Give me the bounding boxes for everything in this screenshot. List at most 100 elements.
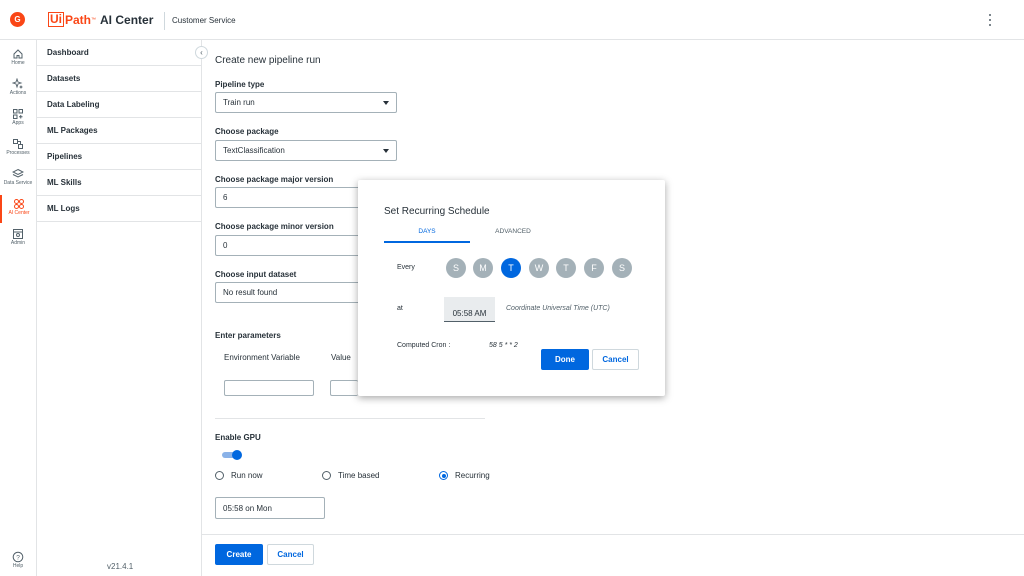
subnav-item-ml-skills[interactable]: ML Skills	[37, 170, 201, 196]
logo-path: Path	[65, 12, 92, 27]
schedule-value: 05:58 on Mon	[223, 503, 272, 513]
sparkle-icon	[12, 78, 23, 89]
header-divider	[164, 12, 165, 30]
gpu-toggle[interactable]	[222, 450, 242, 460]
divider	[215, 418, 485, 419]
tenant-name[interactable]: Customer Service	[172, 16, 236, 25]
radio-circle	[215, 471, 224, 480]
timezone-label: Coordinate Universal Time (UTC)	[506, 305, 610, 312]
dialog-cancel-button[interactable]: Cancel	[592, 349, 639, 370]
time-input[interactable]: 05:58 AM	[444, 297, 495, 322]
top-header: G Ui Path ™ AI Center Customer Service	[0, 0, 1024, 40]
more-options-icon[interactable]	[985, 13, 995, 27]
rail-label: Admin	[10, 240, 26, 246]
rail-label: Help	[12, 563, 24, 569]
radio-label: Time based	[338, 471, 380, 480]
package-label: Choose package	[215, 127, 279, 136]
logo-ui: Ui	[48, 12, 64, 27]
every-label: Every	[397, 264, 415, 271]
avatar[interactable]: G	[10, 12, 25, 27]
radio-recurring[interactable]: Recurring	[439, 471, 490, 480]
subnav-item-ml-logs[interactable]: ML Logs	[37, 196, 201, 222]
help-icon: ?	[12, 551, 24, 563]
layers-icon	[12, 168, 24, 178]
dialog-title: Set Recurring Schedule	[384, 206, 490, 217]
create-button[interactable]: Create	[215, 544, 263, 565]
package-value: TextClassification	[223, 146, 285, 155]
schedule-field[interactable]: 05:58 on Mon	[215, 497, 325, 519]
pipeline-type-label: Pipeline type	[215, 80, 265, 89]
rail-item-admin[interactable]: Admin	[0, 225, 36, 253]
product-name: AI Center	[100, 12, 154, 27]
day-sunday[interactable]: S	[446, 258, 466, 278]
pipeline-type-select[interactable]: Train run	[215, 92, 397, 113]
computed-cron-label: Computed Cron :	[397, 342, 451, 349]
app-version: v21.4.1	[107, 562, 134, 571]
day-friday[interactable]: F	[584, 258, 604, 278]
done-button[interactable]: Done	[541, 349, 589, 370]
at-label: at	[397, 305, 403, 312]
uipath-logo[interactable]: Ui Path ™ AI Center	[48, 12, 153, 27]
radio-circle	[322, 471, 331, 480]
day-thursday[interactable]: T	[556, 258, 576, 278]
radio-circle-selected	[439, 471, 448, 480]
input-dataset-label: Choose input dataset	[215, 270, 297, 279]
day-saturday[interactable]: S	[612, 258, 632, 278]
svg-text:?: ?	[16, 554, 20, 561]
major-version-value: 6	[223, 193, 228, 202]
rail-item-help[interactable]: ? Help	[0, 548, 36, 576]
radio-label: Recurring	[455, 471, 490, 480]
rail-label: Actions	[9, 90, 27, 96]
rail-label: Home	[11, 60, 25, 66]
radio-label: Run now	[231, 471, 263, 480]
rail-item-home[interactable]: Home	[0, 45, 36, 73]
rail-item-ai-center[interactable]: AI Center	[0, 195, 36, 223]
env-variable-column: Environment Variable	[224, 353, 300, 362]
subnav-item-data-labeling[interactable]: Data Labeling	[37, 92, 201, 118]
rail-label: Processes	[6, 150, 30, 156]
rail-label: Data Service	[3, 180, 33, 186]
cancel-button[interactable]: Cancel	[267, 544, 314, 565]
value-input[interactable]	[330, 380, 358, 396]
day-wednesday[interactable]: W	[529, 258, 549, 278]
sub-navigation: Dashboard Datasets Data Labeling ML Pack…	[37, 40, 202, 576]
active-tab-indicator	[384, 241, 470, 243]
rail-item-processes[interactable]: Processes	[0, 135, 36, 163]
tab-days[interactable]: DAYS	[384, 228, 470, 235]
minor-version-value: 0	[223, 241, 228, 250]
processes-icon	[13, 139, 23, 149]
left-rail: Home Actions Apps Processes Data Service…	[0, 40, 37, 576]
rail-item-data-service[interactable]: Data Service	[0, 165, 36, 193]
package-select[interactable]: TextClassification	[215, 140, 397, 161]
day-monday[interactable]: M	[473, 258, 493, 278]
subnav-item-datasets[interactable]: Datasets	[37, 66, 201, 92]
pipeline-type-value: Train run	[223, 98, 255, 107]
tab-advanced[interactable]: ADVANCED	[470, 228, 556, 235]
rail-label: AI Center	[8, 210, 30, 216]
admin-icon	[13, 229, 23, 239]
ai-center-icon	[14, 199, 24, 209]
computed-cron-value: 58 5 * * 2	[489, 342, 518, 349]
subnav-item-ml-packages[interactable]: ML Packages	[37, 118, 201, 144]
dropdown-caret-icon	[383, 101, 389, 105]
major-version-label: Choose package major version	[215, 175, 334, 184]
rail-item-apps[interactable]: Apps	[0, 105, 36, 133]
value-column: Value	[331, 353, 351, 362]
rail-item-actions[interactable]: Actions	[0, 75, 36, 103]
collapse-sidebar-button[interactable]: ‹	[195, 46, 208, 59]
radio-time-based[interactable]: Time based	[322, 471, 380, 480]
time-value: 05:58 AM	[452, 309, 487, 318]
dropdown-caret-icon	[383, 149, 389, 153]
radio-run-now[interactable]: Run now	[215, 471, 263, 480]
subnav-item-pipelines[interactable]: Pipelines	[37, 144, 201, 170]
rail-label: Apps	[12, 120, 24, 126]
toggle-knob	[232, 450, 242, 460]
apps-icon	[13, 109, 23, 119]
input-dataset-value: No result found	[223, 288, 278, 297]
day-tuesday[interactable]: T	[501, 258, 521, 278]
env-variable-input[interactable]	[224, 380, 314, 396]
parameters-label: Enter parameters	[215, 331, 281, 340]
minor-version-label: Choose package minor version	[215, 222, 334, 231]
form-footer	[202, 534, 1024, 576]
subnav-item-dashboard[interactable]: Dashboard	[37, 40, 201, 66]
